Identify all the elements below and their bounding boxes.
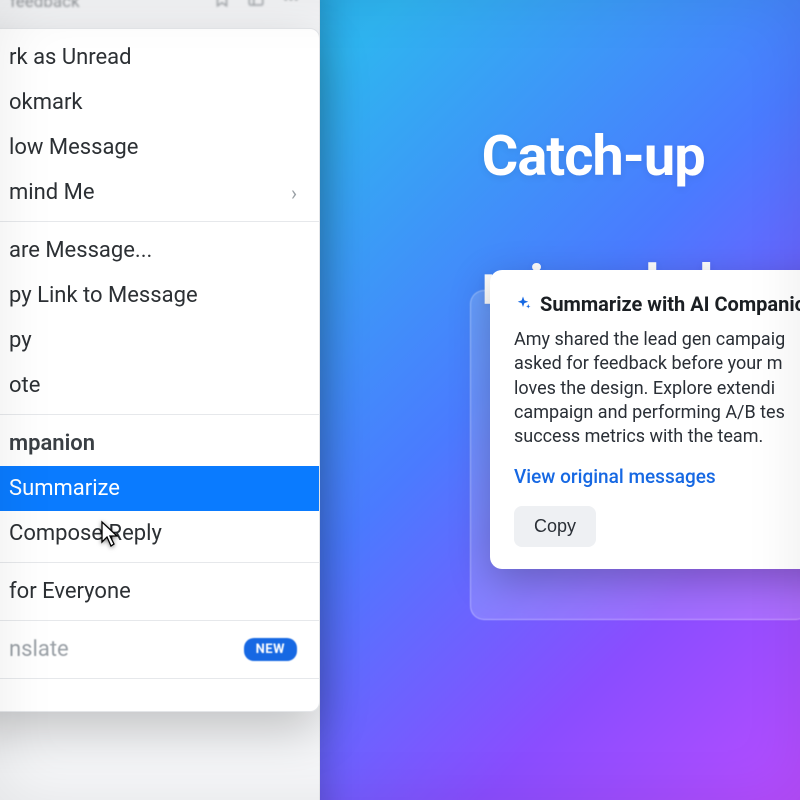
menu-bookmark[interactable]: okmark xyxy=(0,80,319,125)
menu-cutoff-item[interactable] xyxy=(0,685,319,705)
panel-header: feedback xyxy=(0,0,319,28)
panel-header-text: feedback xyxy=(10,0,80,12)
menu-summarize[interactable]: Summarize xyxy=(0,466,319,511)
new-badge: NEW xyxy=(244,638,297,661)
chevron-right-icon: › xyxy=(291,181,297,205)
menu-separator xyxy=(0,678,319,679)
message-panel: feedback rk as Unread okmark low Message… xyxy=(0,0,320,800)
summary-body-text: Amy shared the lead gen campaig asked fo… xyxy=(514,328,800,449)
summary-title-row: Summarize with AI Companio xyxy=(514,292,800,316)
menu-separator xyxy=(0,562,319,563)
summary-title: Summarize with AI Companio xyxy=(540,292,800,316)
menu-copy-link[interactable]: py Link to Message xyxy=(0,273,319,318)
menu-separator xyxy=(0,221,319,222)
menu-delete-for-everyone[interactable]: for Everyone xyxy=(0,569,319,614)
headline-line1: Catch-up xyxy=(482,123,705,189)
menu-separator xyxy=(0,620,319,621)
copy-button[interactable]: Copy xyxy=(514,506,596,547)
menu-ai-companion-section: mpanion xyxy=(0,421,319,466)
panel-icon[interactable] xyxy=(247,0,265,8)
menu-quote[interactable]: ote xyxy=(0,363,319,408)
app-stage: Catch-up missed ch Summarize with AI Com… xyxy=(0,0,800,800)
menu-mark-unread[interactable]: rk as Unread xyxy=(0,35,319,80)
menu-copy[interactable]: py xyxy=(0,318,319,363)
more-icon[interactable] xyxy=(281,0,301,8)
menu-separator xyxy=(0,414,319,415)
menu-translate[interactable]: nslate NEW xyxy=(0,627,319,672)
menu-compose-reply[interactable]: Compose Reply xyxy=(0,511,319,556)
menu-follow-message[interactable]: low Message xyxy=(0,125,319,170)
bookmark-icon[interactable] xyxy=(213,0,231,8)
context-menu: rk as Unread okmark low Message mind Me … xyxy=(0,28,320,712)
menu-remind-me[interactable]: mind Me › xyxy=(0,170,319,215)
view-original-messages-link[interactable]: View original messages xyxy=(514,465,716,488)
sparkle-icon xyxy=(514,295,532,313)
panel-header-icons xyxy=(213,0,301,8)
menu-share-message[interactable]: are Message... xyxy=(0,228,319,273)
ai-summary-card: Summarize with AI Companio Amy shared th… xyxy=(490,270,800,569)
